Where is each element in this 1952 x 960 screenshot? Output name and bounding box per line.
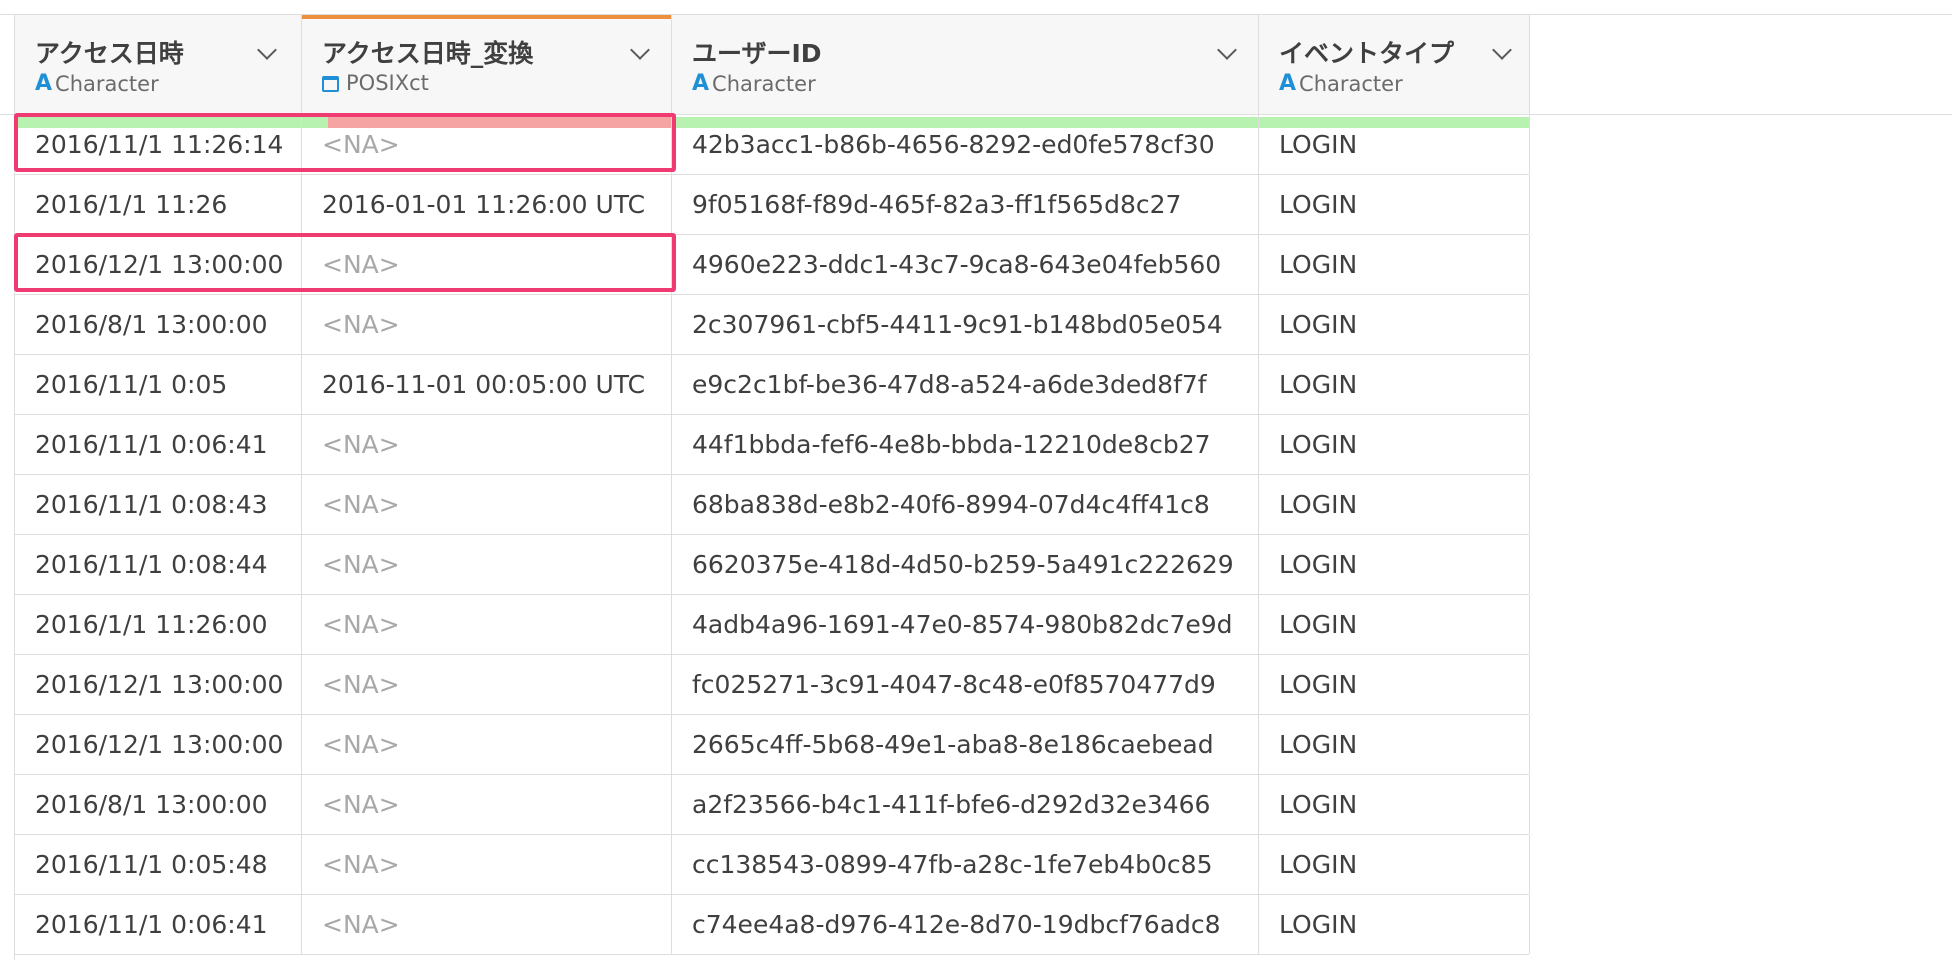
table-cell[interactable]: 2016/8/1 13:00:00 — [15, 295, 302, 354]
table-row[interactable]: 2016/11/1 0:05:48 <NA> cc138543-0899-47fb-… — [15, 835, 1530, 895]
table-cell[interactable]: LOGIN — [1259, 295, 1530, 354]
table-cell[interactable]: LOGIN — [1259, 835, 1530, 894]
chevron-down-icon[interactable] — [257, 40, 277, 60]
table-row[interactable]: 2016/8/1 13:00:00 <NA> 2c307961-cbf5-4411-… — [15, 295, 1530, 355]
table-cell[interactable]: <NA> — [302, 895, 672, 954]
table-row[interactable]: 2016/1/1 11:26:00 <NA> 4adb4a96-1691-47e0-… — [15, 595, 1530, 655]
table-row[interactable]: 2016/11/1 0:06:41 <NA> c74ee4a8-d976-412e-… — [15, 895, 1530, 955]
table-cell[interactable]: 9f05168f-f89d-465f-82a3-ff1f565d8c27 — [672, 175, 1259, 234]
table-row[interactable]: 2016/8/1 13:00:00 <NA> a2f23566-b4c1-411f-… — [15, 775, 1530, 835]
table-cell[interactable]: 2665c4ff-5b68-49e1-aba8-8e186caebead — [672, 715, 1259, 774]
table-cell[interactable]: 2016/12/1 13:00:00 — [15, 715, 302, 774]
column-type-label: Character — [1299, 71, 1403, 96]
table-cell[interactable]: 2c307961-cbf5-4411-9c91-b148bd05e054 — [672, 295, 1259, 354]
table-cell[interactable]: LOGIN — [1259, 535, 1530, 594]
table-cell[interactable]: 2016-01-01 11:26:00 UTC — [302, 175, 672, 234]
table-cell[interactable]: <NA> — [302, 595, 672, 654]
table-cell[interactable]: LOGIN — [1259, 775, 1530, 834]
column-name: アクセス日時_変換 — [322, 39, 534, 68]
table-cell[interactable]: cc138543-0899-47fb-a28c-1fe7eb4b0c85 — [672, 835, 1259, 894]
character-icon: A — [1279, 71, 1297, 96]
column-name: ユーザーID — [692, 39, 822, 68]
table-cell[interactable]: 2016/1/1 11:26:00 — [15, 595, 302, 654]
column-type-label: Character — [55, 71, 159, 96]
table-cell[interactable]: LOGIN — [1259, 355, 1530, 414]
column-type: A Character — [1279, 71, 1403, 96]
table-row[interactable]: 2016/11/1 0:08:43 <NA> 68ba838d-e8b2-40f6-… — [15, 475, 1530, 535]
row-highlight-box — [14, 113, 676, 172]
data-grid: アクセス日時 A Character アクセス日時_変換 POSIXct ユーザ… — [0, 0, 1952, 960]
table-cell[interactable]: LOGIN — [1259, 415, 1530, 474]
table-row[interactable]: 2016/11/1 0:05 2016-11-01 00:05:00 UTC e9c… — [15, 355, 1530, 415]
table-cell[interactable]: c74ee4a8-d976-412e-8d70-19dbcf76adc8 — [672, 895, 1259, 954]
table-cell[interactable]: <NA> — [302, 295, 672, 354]
chevron-down-icon[interactable] — [1217, 40, 1237, 60]
table-cell[interactable]: LOGIN — [1259, 475, 1530, 534]
table-cell[interactable]: 4960e223-ddc1-43c7-9ca8-643e04feb560 — [672, 235, 1259, 294]
table-cell[interactable]: 2016/12/1 13:00:00 — [15, 655, 302, 714]
table-row[interactable]: 2016/12/1 13:00:00 <NA> fc025271-3c91-4047… — [15, 655, 1530, 715]
character-icon: A — [35, 71, 53, 96]
column-name: アクセス日時 — [35, 39, 184, 68]
column-header-event-type[interactable]: イベントタイプ A Character — [1259, 15, 1530, 128]
column-header-access-datetime[interactable]: アクセス日時 A Character — [15, 15, 302, 128]
table-cell[interactable]: 42b3acc1-b86b-4656-8292-ed0fe578cf30 — [672, 115, 1259, 174]
table-cell[interactable]: 44f1bbda-fef6-4e8b-bbda-12210de8cb27 — [672, 415, 1259, 474]
table-cell[interactable]: LOGIN — [1259, 655, 1530, 714]
table-cell[interactable]: 2016/8/1 13:00:00 — [15, 775, 302, 834]
table-cell[interactable]: LOGIN — [1259, 895, 1530, 954]
chevron-down-icon[interactable] — [630, 40, 650, 60]
table-cell[interactable]: <NA> — [302, 475, 672, 534]
table-cell[interactable]: 2016/11/1 0:08:43 — [15, 475, 302, 534]
table-cell[interactable]: LOGIN — [1259, 595, 1530, 654]
table-cell[interactable]: 2016/1/1 11:26 — [15, 175, 302, 234]
table-cell[interactable]: 4adb4a96-1691-47e0-8574-980b82dc7e9d — [672, 595, 1259, 654]
table-row[interactable]: 2016/11/1 0:06:41 <NA> 44f1bbda-fef6-4e8b-… — [15, 415, 1530, 475]
table-cell[interactable]: 68ba838d-e8b2-40f6-8994-07d4c4ff41c8 — [672, 475, 1259, 534]
table-cell[interactable]: 2016/11/1 0:08:44 — [15, 535, 302, 594]
column-type-label: POSIXct — [346, 71, 429, 95]
table-cell[interactable]: 2016/11/1 0:06:41 — [15, 895, 302, 954]
column-type-label: Character — [712, 71, 816, 96]
column-type: A Character — [692, 71, 816, 96]
column-name: イベントタイプ — [1279, 39, 1455, 68]
column-type: POSIXct — [322, 71, 429, 95]
table-cell[interactable]: <NA> — [302, 775, 672, 834]
column-header-user-id[interactable]: ユーザーID A Character — [672, 15, 1259, 128]
chevron-down-icon[interactable] — [1492, 40, 1512, 60]
row-highlight-box — [14, 233, 676, 292]
table-cell[interactable]: LOGIN — [1259, 235, 1530, 294]
table-cell[interactable]: fc025271-3c91-4047-8c48-e0f8570477d9 — [672, 655, 1259, 714]
table-row[interactable]: 2016/11/1 0:08:44 <NA> 6620375e-418d-4d50-… — [15, 535, 1530, 595]
character-icon: A — [692, 71, 710, 96]
table-row[interactable]: 2016/1/1 11:26 2016-01-01 11:26:00 UTC 9f0… — [15, 175, 1530, 235]
column-header-access-datetime-converted[interactable]: アクセス日時_変換 POSIXct — [302, 15, 672, 128]
table-cell[interactable]: 6620375e-418d-4d50-b259-5a491c222629 — [672, 535, 1259, 594]
table-cell[interactable]: 2016/11/1 0:06:41 — [15, 415, 302, 474]
table-cell[interactable]: <NA> — [302, 715, 672, 774]
table-cell[interactable]: <NA> — [302, 835, 672, 894]
table-cell[interactable]: 2016-11-01 00:05:00 UTC — [302, 355, 672, 414]
table-cell[interactable]: a2f23566-b4c1-411f-bfe6-d292d32e3466 — [672, 775, 1259, 834]
table-cell[interactable]: <NA> — [302, 415, 672, 474]
table-cell[interactable]: <NA> — [302, 655, 672, 714]
table-cell[interactable]: 2016/11/1 0:05:48 — [15, 835, 302, 894]
calendar-icon — [322, 76, 339, 92]
table-cell[interactable]: LOGIN — [1259, 715, 1530, 774]
table-cell[interactable]: e9c2c1bf-be36-47d8-a524-a6de3ded8f7f — [672, 355, 1259, 414]
table-cell[interactable]: <NA> — [302, 535, 672, 594]
table-cell[interactable]: LOGIN — [1259, 115, 1530, 174]
table-row[interactable]: 2016/12/1 13:00:00 <NA> 2665c4ff-5b68-49e1… — [15, 715, 1530, 775]
table-cell[interactable]: 2016/11/1 0:05 — [15, 355, 302, 414]
column-type: A Character — [35, 71, 159, 96]
selected-column-accent — [302, 15, 671, 19]
table-cell[interactable]: LOGIN — [1259, 175, 1530, 234]
